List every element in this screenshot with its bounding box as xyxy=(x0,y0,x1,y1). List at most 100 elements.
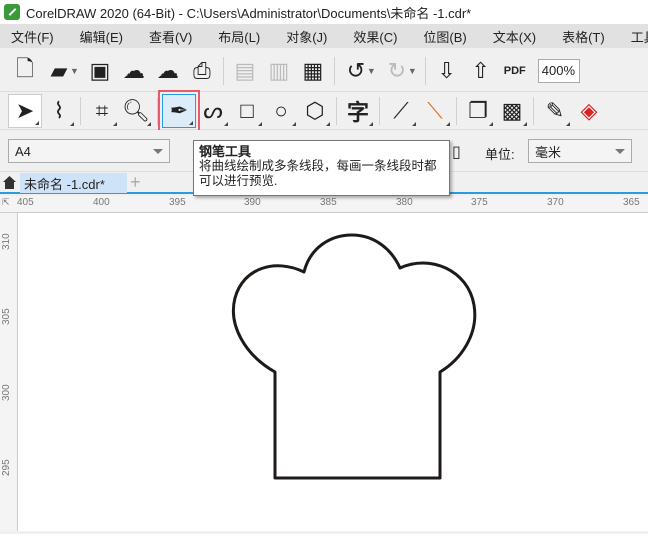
ruler-label: 310 xyxy=(1,233,12,250)
paste-button[interactable]: ▦ xyxy=(296,54,330,88)
drawing-canvas[interactable] xyxy=(18,213,648,531)
divider xyxy=(222,56,224,85)
menu-bitmaps[interactable]: 位图(B) xyxy=(423,27,466,46)
text-tool-button[interactable]: 字 xyxy=(341,94,375,128)
page-size-select[interactable]: A4 xyxy=(8,139,170,163)
document-tab[interactable]: 未命名 -1.cdr* xyxy=(20,173,127,193)
ruler-label: 400 xyxy=(93,197,110,208)
import-button[interactable]: ⇩ xyxy=(430,54,464,88)
undo-button[interactable]: ↺ xyxy=(339,54,373,88)
ruler-label: 375 xyxy=(471,197,488,208)
new-document-icon: 🗋 xyxy=(16,55,34,81)
menu-view[interactable]: 查看(V) xyxy=(149,27,192,46)
page-orientation-icon[interactable]: ▯ xyxy=(452,142,461,162)
checkerboard-icon: ▩ xyxy=(501,97,523,123)
menu-tools[interactable]: 工具(O) xyxy=(631,27,648,46)
cloud-upload-icon: ☁ xyxy=(156,57,179,83)
units-label: 单位: xyxy=(485,147,515,162)
crop-tool-button[interactable]: ⌗ xyxy=(85,94,119,128)
divider xyxy=(424,56,426,85)
connector-tool-button[interactable]: ⟍ xyxy=(418,94,452,128)
add-tab-icon[interactable]: + xyxy=(130,172,141,193)
ruler-label: 395 xyxy=(169,197,186,208)
dimension-line-icon: ⟋ xyxy=(393,97,409,123)
open-button[interactable]: ▰ xyxy=(42,54,76,88)
zoom-tool-button[interactable]: 🔍︎ xyxy=(119,94,153,128)
drop-shadow-tool-button[interactable]: ❐ xyxy=(461,94,495,128)
ruler-label: 385 xyxy=(320,197,337,208)
shape-tool-button[interactable]: ⌇ xyxy=(42,94,76,128)
interactive-fill-button[interactable]: ◈ xyxy=(572,94,606,128)
divider xyxy=(533,96,534,125)
rectangle-tool-button[interactable]: □ xyxy=(230,94,264,128)
print-button[interactable]: ⎙ xyxy=(185,54,219,88)
menu-object[interactable]: 对象(J) xyxy=(286,27,327,46)
ellipse-icon: ○ xyxy=(274,97,288,123)
export-pdf-button[interactable]: PDF xyxy=(498,54,532,88)
curve-icon: ᔕ xyxy=(203,97,223,123)
divider xyxy=(336,96,337,125)
save-button[interactable]: ▣ xyxy=(83,54,117,88)
home-icon[interactable] xyxy=(3,176,16,189)
folder-icon: ▰ xyxy=(50,57,68,83)
eyedropper-tool-button[interactable]: ✎ xyxy=(538,94,572,128)
pen-nib-icon: ✒ xyxy=(169,97,189,123)
zoom-level-input[interactable]: 400% xyxy=(537,58,580,83)
vertical-ruler[interactable]: 310 305 300 295 xyxy=(0,213,18,531)
rectangle-icon: □ xyxy=(240,97,254,123)
menu-effects[interactable]: 效果(C) xyxy=(353,27,397,46)
menu-table[interactable]: 表格(T) xyxy=(562,27,605,46)
ruler-label: 305 xyxy=(1,308,12,325)
pen-tool-button[interactable]: ✒ xyxy=(158,89,200,132)
cloud-upload-button[interactable]: ☁ xyxy=(151,54,185,88)
document-tab-label: 未命名 -1.cdr* xyxy=(24,176,105,192)
transparency-tool-button[interactable]: ▩ xyxy=(495,94,529,128)
ruler-label: 365 xyxy=(623,197,640,208)
copy-icon: ▥ xyxy=(268,57,290,83)
ellipse-tool-button[interactable]: ○ xyxy=(264,94,298,128)
paste-icon: ▦ xyxy=(302,57,324,83)
page-size-value: A4 xyxy=(15,143,31,159)
standard-toolbar: 🗋 ▰ ▼ ▣ ☁ ☁ ⎙ ▤ ▥ ▦ ↺ ▼ ↻ ▼ ⇩ ⇧ PDF 400% xyxy=(0,50,648,92)
menu-file[interactable]: 文件(F) xyxy=(11,27,54,46)
ruler-label: 380 xyxy=(396,197,413,208)
copy-button[interactable]: ▥ xyxy=(262,54,296,88)
units-select[interactable]: 毫米 xyxy=(528,139,632,163)
menu-layout[interactable]: 布局(L) xyxy=(218,27,260,46)
divider xyxy=(333,56,335,85)
ruler-label: 370 xyxy=(547,197,564,208)
pick-tool-button[interactable]: ➤ xyxy=(8,93,42,128)
tooltip-body: 将曲线绘制成多条线段，每画一条线段时都可以进行预览. xyxy=(199,159,437,188)
bspline-tool-button[interactable]: ᔕ xyxy=(196,94,230,128)
ruler-label: 405 xyxy=(17,197,34,208)
menu-text[interactable]: 文本(X) xyxy=(493,27,536,46)
cloud-download-button[interactable]: ☁ xyxy=(117,54,151,88)
save-icon: ▣ xyxy=(89,57,111,83)
window-title: CorelDRAW 2020 (64-Bit) - C:\Users\Admin… xyxy=(26,5,472,21)
pdf-icon: PDF xyxy=(503,64,526,77)
horizontal-ruler[interactable]: ⇱ 405 400 395 390 385 380 375 370 365 xyxy=(0,196,648,213)
redo-button[interactable]: ↻ xyxy=(380,54,414,88)
dimension-tool-button[interactable]: ⟋ xyxy=(384,94,418,128)
tooltip-title: 钢笔工具 xyxy=(199,144,252,159)
eyedropper-icon: ✎ xyxy=(545,97,565,123)
export-button[interactable]: ⇧ xyxy=(464,54,498,88)
crop-icon: ⌗ xyxy=(95,97,109,123)
export-icon: ⇧ xyxy=(471,57,490,83)
menu-edit[interactable]: 编辑(E) xyxy=(80,27,123,46)
shape-node-icon: ⌇ xyxy=(53,97,65,123)
cut-icon: ▤ xyxy=(234,57,256,83)
cut-button[interactable]: ▤ xyxy=(228,54,262,88)
divider xyxy=(379,96,380,125)
new-document-button[interactable]: 🗋 xyxy=(8,54,42,88)
redo-icon: ↻ xyxy=(387,57,407,83)
polygon-tool-button[interactable]: ⬡ xyxy=(298,94,332,128)
cloud-download-icon: ☁ xyxy=(122,57,145,83)
ruler-label: 390 xyxy=(244,197,261,208)
undo-icon: ↺ xyxy=(346,57,366,83)
chef-hat-drawing[interactable] xyxy=(18,213,648,531)
divider xyxy=(80,96,81,125)
title-bar: CorelDRAW 2020 (64-Bit) - C:\Users\Admin… xyxy=(0,0,648,24)
toolbox: ➤ ⌇ ⌗ 🔍︎ ✒ ᔕ □ ○ ⬡ 字 ⟋ ⟍ ❐ ▩ ✎ ◈ xyxy=(0,89,648,132)
ruler-origin-icon[interactable]: ⇱ xyxy=(2,197,10,208)
